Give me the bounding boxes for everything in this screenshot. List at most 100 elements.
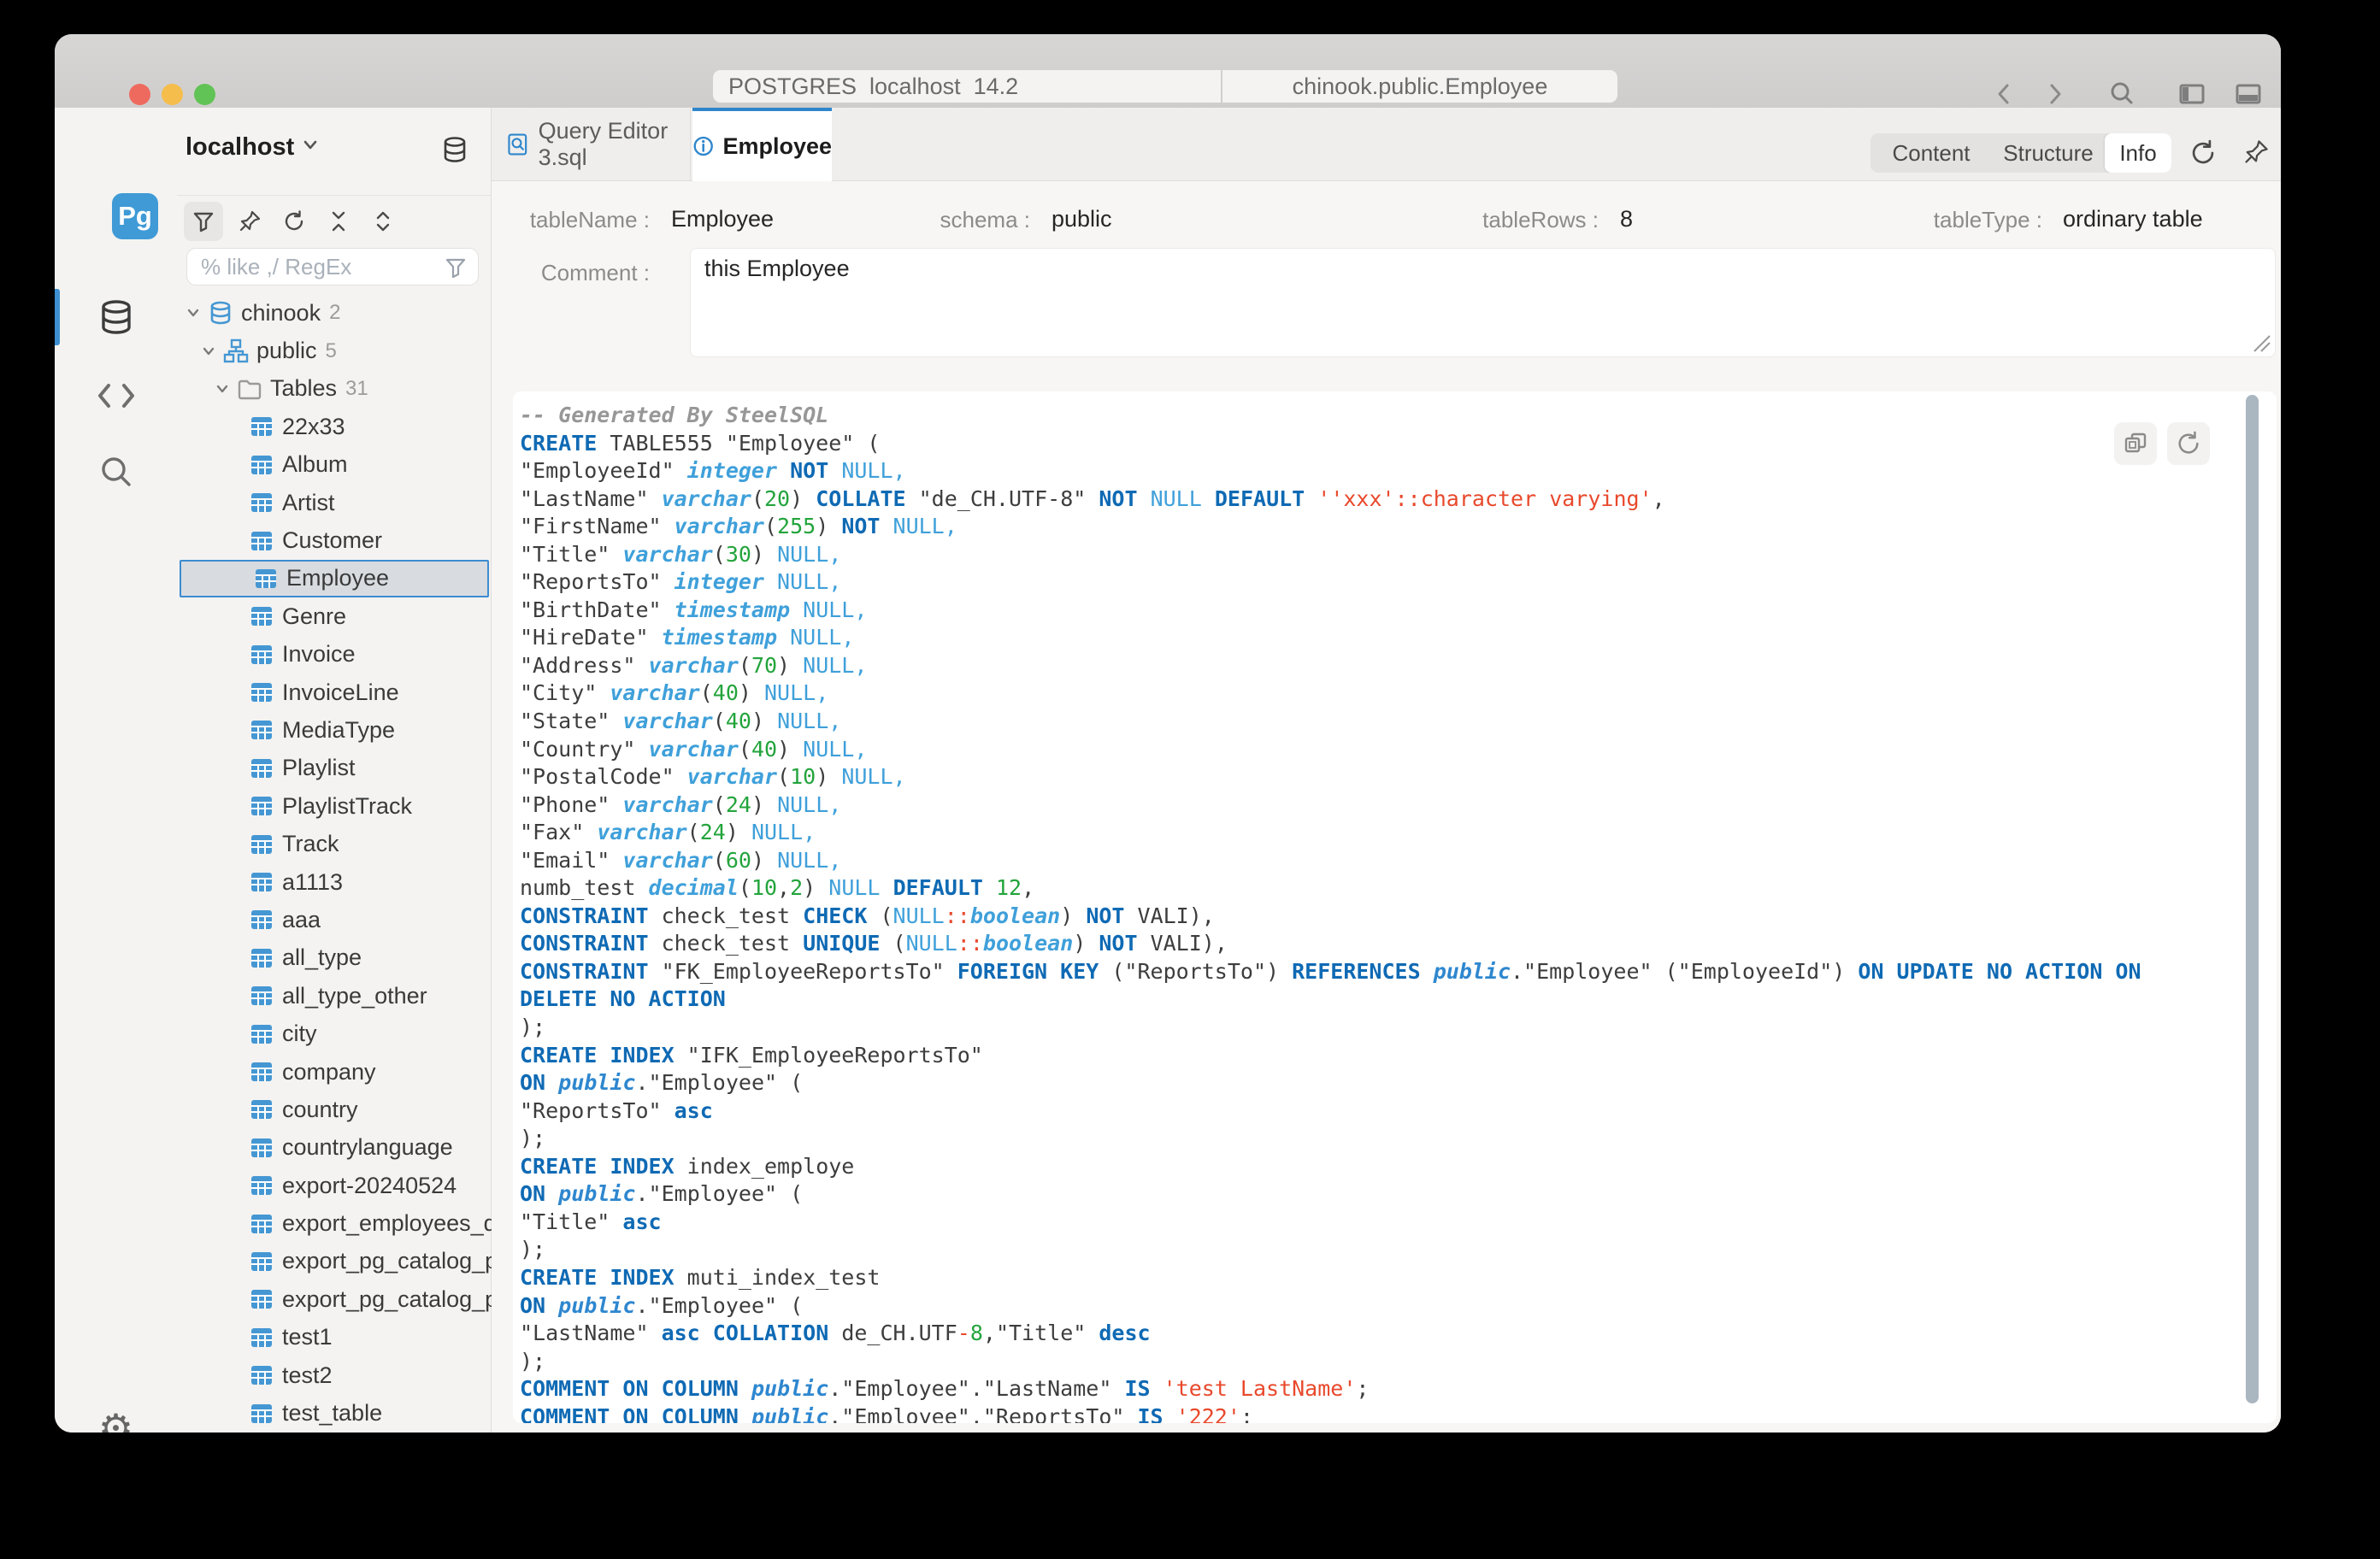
view-structure-button[interactable]: Structure <box>1992 133 2105 173</box>
search-icon[interactable] <box>2106 79 2137 109</box>
table-icon <box>249 1097 274 1122</box>
table-icon <box>249 717 274 743</box>
tree-item-mediatype[interactable]: MediaType <box>177 711 492 749</box>
tree-item-label: test2 <box>282 1362 333 1389</box>
tree-item-all_type_other[interactable]: all_type_other <box>177 977 492 1015</box>
tree-item-test1[interactable]: test1 <box>177 1319 492 1356</box>
sql-file-icon <box>507 130 528 159</box>
table-filter-input[interactable]: % like ,/ RegEx <box>186 248 479 285</box>
filter-funnel-icon[interactable] <box>444 256 468 279</box>
database-list-icon[interactable] <box>440 135 469 164</box>
tree-item-company[interactable]: company <box>177 1053 492 1091</box>
tree-item-count: 5 <box>326 339 337 363</box>
rail-search-button[interactable] <box>55 443 177 503</box>
chevron-down-icon[interactable] <box>213 379 232 398</box>
rail-query-editor-button[interactable] <box>55 366 177 426</box>
postgres-logo[interactable]: Pg <box>112 193 158 239</box>
refresh-table-button[interactable] <box>2189 138 2219 169</box>
sql-line: ); <box>520 1348 2238 1376</box>
tree-item-test_table[interactable]: test_table <box>177 1394 492 1432</box>
tree-item-export_pg_catalog_p[interactable]: export_pg_catalog_p <box>177 1243 492 1280</box>
chevron-down-icon[interactable] <box>184 303 203 322</box>
vertical-scrollbar[interactable] <box>2246 395 2259 1403</box>
tree-item-label: chinook <box>241 300 321 327</box>
connection-name[interactable]: localhost <box>186 133 320 162</box>
tree-item-invoiceline[interactable]: InvoiceLine <box>177 674 492 711</box>
tree-item-export_employees_de[interactable]: export_employees_de <box>177 1204 492 1242</box>
pin-button[interactable] <box>230 202 269 241</box>
field-value-tablename[interactable]: Employee <box>671 206 774 235</box>
tree-item-track[interactable]: Track <box>177 825 492 862</box>
pin-tab-button[interactable] <box>2242 138 2273 169</box>
tree-item-country[interactable]: country <box>177 1091 492 1128</box>
history-back-icon[interactable] <box>1988 79 2019 109</box>
comment-textarea[interactable]: this Employee <box>690 248 2276 357</box>
table-icon <box>249 869 274 895</box>
sql-line: ); <box>520 1125 2238 1153</box>
collapse-all-button[interactable] <box>319 202 358 241</box>
table-icon <box>249 1211 274 1237</box>
ddl-panel[interactable]: -- Generated By SteelSQLCREATE TABLE555 … <box>513 391 2277 1423</box>
sql-line: CREATE TABLE555 "Employee" ( <box>520 430 2238 458</box>
reload-ddl-button[interactable] <box>2167 422 2210 465</box>
tree-item-label: all_type <box>282 944 362 971</box>
copy-sql-button[interactable] <box>2114 422 2157 465</box>
rail-database-explorer-button[interactable] <box>55 287 177 347</box>
sql-line: "LastName" varchar(20) COLLATE "de_CH.UT… <box>520 485 2238 514</box>
tree-item-playlisttrack[interactable]: PlaylistTrack <box>177 787 492 825</box>
tab-query-editor[interactable]: Query Editor 3.sql <box>500 108 691 181</box>
close-window-button[interactable] <box>129 84 150 105</box>
maximize-window-button[interactable] <box>194 84 215 105</box>
expand-all-button[interactable] <box>363 202 403 241</box>
toggle-sidebar-icon[interactable] <box>2177 79 2207 109</box>
tree-item-album[interactable]: Album <box>177 446 492 484</box>
toggle-bottom-panel-icon[interactable] <box>2233 79 2264 109</box>
tree-item-artist[interactable]: Artist <box>177 484 492 521</box>
main-pane: Query Editor 3.sql Employee Content Stru… <box>492 108 2281 1433</box>
tree-item-playlist[interactable]: Playlist <box>177 750 492 787</box>
tree-item-label: export_pg_catalog_p <box>282 1286 492 1313</box>
tree-item-chinook[interactable]: chinook2 <box>177 294 492 332</box>
field-value-tabletype[interactable]: ordinary table <box>2063 206 2203 235</box>
table-icon <box>249 528 274 554</box>
tree-item-label: export-20240524 <box>282 1173 457 1199</box>
sql-line: ); <box>520 1014 2238 1042</box>
view-info-button[interactable]: Info <box>2105 133 2171 173</box>
tree-item-22x33[interactable]: 22x33 <box>177 408 492 445</box>
field-value-tablerows[interactable]: 8 <box>1620 206 1633 235</box>
tree-item-export-20240524[interactable]: export-20240524 <box>177 1167 492 1204</box>
tree-item-aaa[interactable]: aaa <box>177 901 492 938</box>
tree-item-public[interactable]: public5 <box>177 332 492 369</box>
view-content-button[interactable]: Content <box>1870 133 1992 173</box>
chevron-down-icon[interactable] <box>199 342 218 361</box>
rail-settings-button[interactable]: ⚙ <box>55 1398 177 1433</box>
tree-item-customer[interactable]: Customer <box>177 521 492 559</box>
field-value-schema[interactable]: public <box>1052 206 1112 235</box>
tree-item-employee[interactable]: Employee <box>180 560 489 597</box>
tree-item-label: MediaType <box>282 717 395 744</box>
tree-item-genre[interactable]: Genre <box>177 597 492 635</box>
tree-item-all_type[interactable]: all_type <box>177 939 492 977</box>
filter-button[interactable] <box>184 202 223 241</box>
title-bar[interactable]: POSTGRES localhost 14.2 chinook.public.E… <box>55 34 2281 109</box>
tree-item-export_pg_catalog_p[interactable]: export_pg_catalog_p <box>177 1280 492 1318</box>
tree-item-countrylanguage[interactable]: countrylanguage <box>177 1129 492 1167</box>
table-icon <box>249 832 274 857</box>
tree-item-tables[interactable]: Tables31 <box>177 370 492 408</box>
comment-label: Comment : <box>509 260 650 286</box>
resize-grip-icon[interactable] <box>2249 331 2271 353</box>
tab-employee-active[interactable]: Employee <box>692 108 832 181</box>
tree-item-city[interactable]: city <box>177 1015 492 1052</box>
refresh-button[interactable] <box>274 202 314 241</box>
tree-item-a1113[interactable]: a1113 <box>177 863 492 901</box>
table-icon <box>249 907 274 932</box>
folder-icon <box>237 376 262 402</box>
sql-line: CREATE INDEX index_employe <box>520 1153 2238 1181</box>
sql-line: CONSTRAINT check_test CHECK (NULL::boole… <box>520 903 2238 931</box>
minimize-window-button[interactable] <box>162 84 183 105</box>
tree-item-label: test_table <box>282 1400 382 1427</box>
sql-line: "ReportsTo" integer NULL, <box>520 568 2238 597</box>
history-forward-icon[interactable] <box>2040 79 2071 109</box>
tree-item-invoice[interactable]: Invoice <box>177 636 492 674</box>
tree-item-test2[interactable]: test2 <box>177 1356 492 1394</box>
